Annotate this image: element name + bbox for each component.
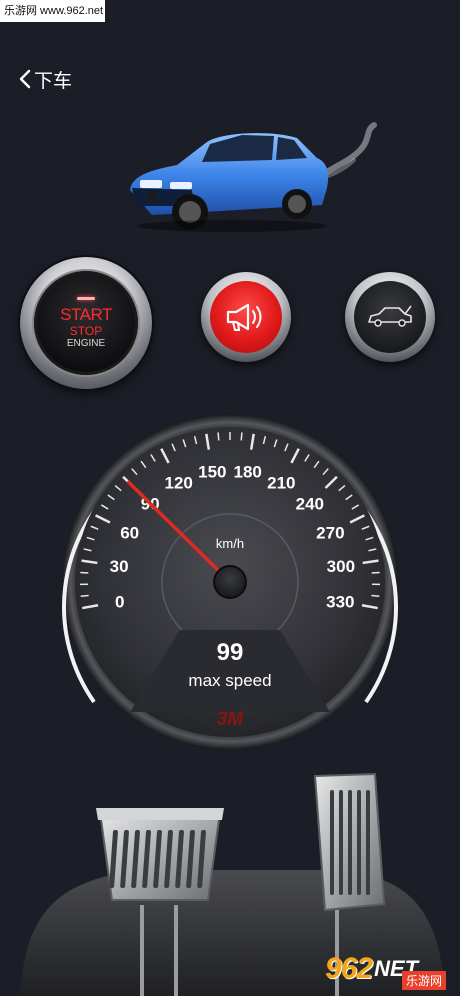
engine-label: ENGINE bbox=[66, 337, 106, 349]
tick-label: 330 bbox=[326, 592, 354, 611]
back-button[interactable]: 下车 bbox=[18, 64, 72, 94]
trunk-button-face bbox=[354, 281, 426, 353]
minor-tick bbox=[217, 432, 220, 441]
start-label: START bbox=[60, 304, 112, 324]
chevron-left-icon bbox=[19, 69, 31, 89]
tick-label: 180 bbox=[234, 462, 262, 481]
tick-label: 210 bbox=[267, 473, 295, 492]
brand-logo: 3M bbox=[217, 709, 245, 730]
start-stop-engine-button[interactable]: START STOP ENGINE bbox=[20, 257, 152, 389]
tick-label: 120 bbox=[164, 473, 192, 492]
tick-label: 300 bbox=[327, 557, 355, 576]
car-image bbox=[130, 122, 377, 232]
tick-label: 30 bbox=[110, 557, 129, 576]
horn-icon bbox=[226, 303, 262, 331]
trunk-button[interactable] bbox=[345, 272, 435, 362]
speedometer: 0306090120150180210240270300330 km/h 99 … bbox=[62, 414, 398, 750]
minor-tick bbox=[80, 571, 89, 574]
car-trunk-icon bbox=[368, 305, 412, 327]
tick-label: 270 bbox=[316, 523, 344, 542]
gauge-unit: km/h bbox=[216, 536, 244, 551]
tick-label: 60 bbox=[120, 523, 139, 542]
minor-tick bbox=[371, 571, 380, 574]
gauge-value-label: max speed bbox=[188, 671, 271, 690]
watermark-cn: 乐游网 bbox=[401, 971, 446, 990]
stop-label: STOP bbox=[69, 323, 103, 338]
horn-button[interactable] bbox=[201, 272, 291, 362]
minor-tick bbox=[240, 432, 243, 441]
tick-label: 240 bbox=[296, 494, 324, 513]
watermark-bottom: 962 NET 乐游网 bbox=[325, 946, 450, 992]
watermark-number: 962 bbox=[325, 952, 373, 985]
needle-hub bbox=[213, 565, 247, 599]
back-label: 下车 bbox=[34, 70, 73, 92]
gauge-value: 99 bbox=[217, 639, 244, 666]
start-stop-engine-face: START STOP ENGINE bbox=[34, 271, 138, 375]
horn-button-face bbox=[210, 281, 282, 353]
minor-tick bbox=[80, 594, 89, 598]
status-led bbox=[77, 296, 95, 300]
tick-label: 0 bbox=[115, 592, 124, 611]
brake-pedal[interactable] bbox=[96, 808, 224, 901]
gas-pedal[interactable] bbox=[313, 772, 386, 912]
tick-label: 150 bbox=[198, 462, 226, 481]
minor-tick bbox=[371, 594, 380, 598]
watermark-top: 乐游网 www.962.net bbox=[0, 0, 105, 22]
